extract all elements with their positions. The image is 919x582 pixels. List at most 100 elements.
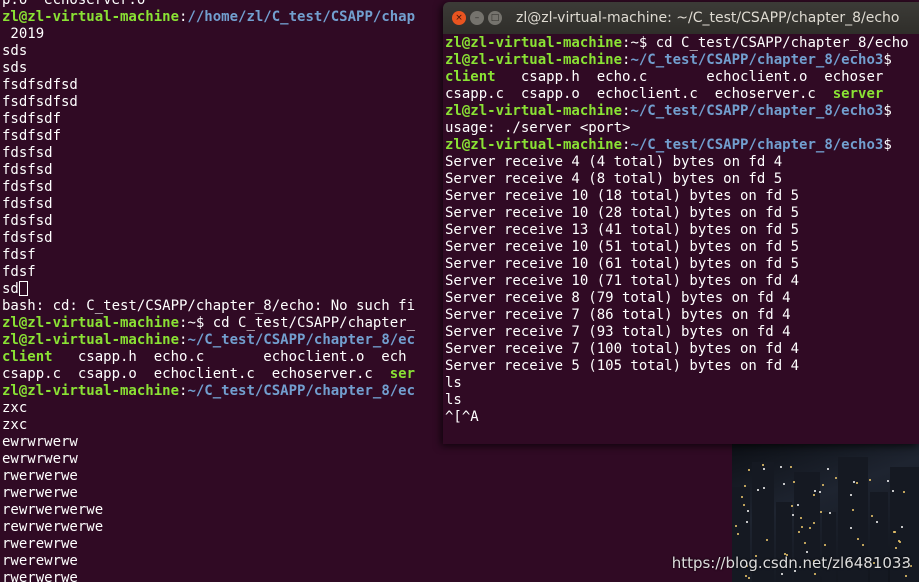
wallpaper-light xyxy=(903,491,905,493)
prompt-user: zl@zl-virtual-machine xyxy=(2,383,180,399)
prompt-user: zl@zl-virtual-machine xyxy=(2,332,180,348)
terminal-text: Server receive 10 (18 total) bytes on fd… xyxy=(445,188,800,204)
terminal-line: 2019 xyxy=(2,26,415,43)
terminal-text: :~$ cd C_test/CSAPP/chapter_8/echo xyxy=(622,35,909,51)
wallpaper-light xyxy=(822,484,824,486)
prompt-path: ~/C_test/CSAPP/chapter_8/ec xyxy=(187,383,416,399)
wallpaper-light xyxy=(798,531,800,533)
terminal-line: zl@zl-virtual-machine:~/C_test/CSAPP/cha… xyxy=(2,383,415,400)
terminal-text: Server receive 10 (61 total) bytes on fd… xyxy=(445,256,800,272)
terminal-line: bash: cd: C_test/CSAPP/chapter_8/echo: N… xyxy=(2,298,415,315)
terminal-line: fsdfsdfsd xyxy=(2,94,415,111)
terminal-text: ls xyxy=(445,375,462,391)
prompt-path: ~/C_test/CSAPP/chapter_8/echo3 xyxy=(630,103,884,119)
terminal-text: Server receive 5 (105 total) bytes on fd… xyxy=(445,358,800,374)
terminal-line: zl@zl-virtual-machine:~/C_test/CSAPP/cha… xyxy=(445,137,909,154)
terminal-text: Server receive 7 (86 total) bytes on fd … xyxy=(445,307,791,323)
maximize-window-icon[interactable]: □ xyxy=(488,11,502,25)
terminal-text: ^[^A xyxy=(445,409,479,425)
terminal-line: fdsfsd xyxy=(2,162,415,179)
terminal-text: fdsfsd xyxy=(2,213,53,229)
terminal-line: Server receive 4 (4 total) bytes on fd 4 xyxy=(445,154,909,171)
terminal-text: rwerwerwe xyxy=(2,570,78,582)
wallpaper-light xyxy=(793,481,795,483)
terminal-text: rewrwerwerwe xyxy=(2,502,104,518)
terminal-line: rewrwerwerwe xyxy=(2,519,415,536)
wallpaper-light xyxy=(899,541,901,543)
terminal-line: fdsfsd xyxy=(2,213,415,230)
executable-name: client xyxy=(2,349,53,365)
terminal-line: fdsf xyxy=(2,247,415,264)
wallpaper-light xyxy=(747,510,749,512)
wallpaper-light xyxy=(829,512,831,514)
terminal-line: Server receive 8 (79 total) bytes on fd … xyxy=(445,290,909,307)
foreground-terminal-window[interactable]: × – □ zl@zl-virtual-machine: ~/C_test/CS… xyxy=(443,2,919,444)
executable-name: server xyxy=(832,86,884,102)
terminal-text: Server receive 4 (8 total) bytes on fd 5 xyxy=(445,171,783,187)
wallpaper-light xyxy=(869,479,871,481)
terminal-line: Server receive 5 (105 total) bytes on fd… xyxy=(445,358,909,375)
prompt-path: ~/C_test/CSAPP/chapter_8/echo3 xyxy=(630,52,884,68)
wallpaper-light xyxy=(856,482,858,484)
wallpaper-light xyxy=(763,468,765,470)
terminal-text: p.o echoserver.o xyxy=(2,0,146,8)
terminal-text: csapp.h echo.c echoclient.o ech xyxy=(52,349,407,365)
wallpaper-light xyxy=(804,542,806,544)
wallpaper-light xyxy=(797,504,799,506)
close-window-icon[interactable]: × xyxy=(452,11,466,25)
terminal-line: zl@zl-virtual-machine:~/C_test/CSAPP/cha… xyxy=(2,332,415,349)
minimize-window-icon[interactable]: – xyxy=(470,11,484,25)
terminal-text: sd xyxy=(2,281,19,297)
wallpaper-light xyxy=(791,505,793,507)
terminal-line: fdsfsd xyxy=(2,145,415,162)
terminal-line: zxc xyxy=(2,417,415,434)
terminal-line: Server receive 13 (41 total) bytes on fd… xyxy=(445,222,909,239)
terminal-text: fdsfsd xyxy=(2,196,53,212)
terminal-text: fdsfsd xyxy=(2,162,53,178)
wallpaper-light xyxy=(824,544,826,546)
prompt-path: ~/C_test/CSAPP/chapter_8/ec xyxy=(187,332,416,348)
terminal-line: usage: ./server <port> xyxy=(445,120,909,137)
terminal-line: Server receive 7 (100 total) bytes on fd… xyxy=(445,341,909,358)
terminal-line: fsdfsdf xyxy=(2,128,415,145)
terminal-line: Server receive 10 (18 total) bytes on fd… xyxy=(445,188,909,205)
terminal-line: Server receive 10 (51 total) bytes on fd… xyxy=(445,239,909,256)
terminal-text: ls xyxy=(445,392,462,408)
wallpaper-light xyxy=(876,521,878,523)
executable-name: client xyxy=(445,69,496,85)
terminal-text: bash: cd: C_test/CSAPP/chapter_8/echo: N… xyxy=(2,298,416,314)
window-controls: × – □ xyxy=(452,11,502,25)
terminal-text: fdsfsd xyxy=(2,145,53,161)
wallpaper-light xyxy=(853,481,855,483)
terminal-text: rwerwerwe xyxy=(2,485,78,501)
terminal-text: fsdfsdfsd xyxy=(2,94,78,110)
terminal-line: fdsfsd xyxy=(2,179,415,196)
terminal-line: Server receive 10 (28 total) bytes on fd… xyxy=(445,205,909,222)
terminal-text: zxc xyxy=(2,400,28,416)
foreground-terminal-output: zl@zl-virtual-machine:~$ cd C_test/CSAPP… xyxy=(445,35,909,426)
wallpaper-light xyxy=(827,468,829,470)
terminal-text: usage: ./server <port> xyxy=(445,120,631,136)
terminal-text: csapp.c csapp.o echoclient.c echoserver.… xyxy=(2,366,390,382)
wallpaper-light xyxy=(806,551,808,553)
wallpaper-light xyxy=(763,487,765,489)
window-titlebar[interactable]: × – □ zl@zl-virtual-machine: ~/C_test/CS… xyxy=(443,2,919,34)
terminal-text: fsdfsdf xyxy=(2,111,62,127)
terminal-text: $ xyxy=(883,137,892,153)
terminal-line: zl@zl-virtual-machine:~/C_test/CSAPP/cha… xyxy=(445,52,909,69)
terminal-line: Server receive 10 (61 total) bytes on fd… xyxy=(445,256,909,273)
prompt-user: zl@zl-virtual-machine xyxy=(445,52,623,68)
terminal-text: fdsfsd xyxy=(2,179,53,195)
wallpaper-light xyxy=(813,522,815,524)
wallpaper-light xyxy=(887,480,889,482)
terminal-text: Server receive 4 (4 total) bytes on fd 4 xyxy=(445,154,783,170)
wallpaper-light xyxy=(737,533,739,535)
wallpaper-light xyxy=(780,466,782,468)
terminal-line: zxc xyxy=(2,400,415,417)
wallpaper-light xyxy=(905,575,907,577)
wallpaper-light xyxy=(744,485,746,487)
prompt-user: zl@zl-virtual-machine xyxy=(2,315,180,331)
prompt-user: zl@zl-virtual-machine xyxy=(2,9,180,25)
wallpaper-light xyxy=(792,514,794,516)
terminal-text: Server receive 8 (79 total) bytes on fd … xyxy=(445,290,791,306)
